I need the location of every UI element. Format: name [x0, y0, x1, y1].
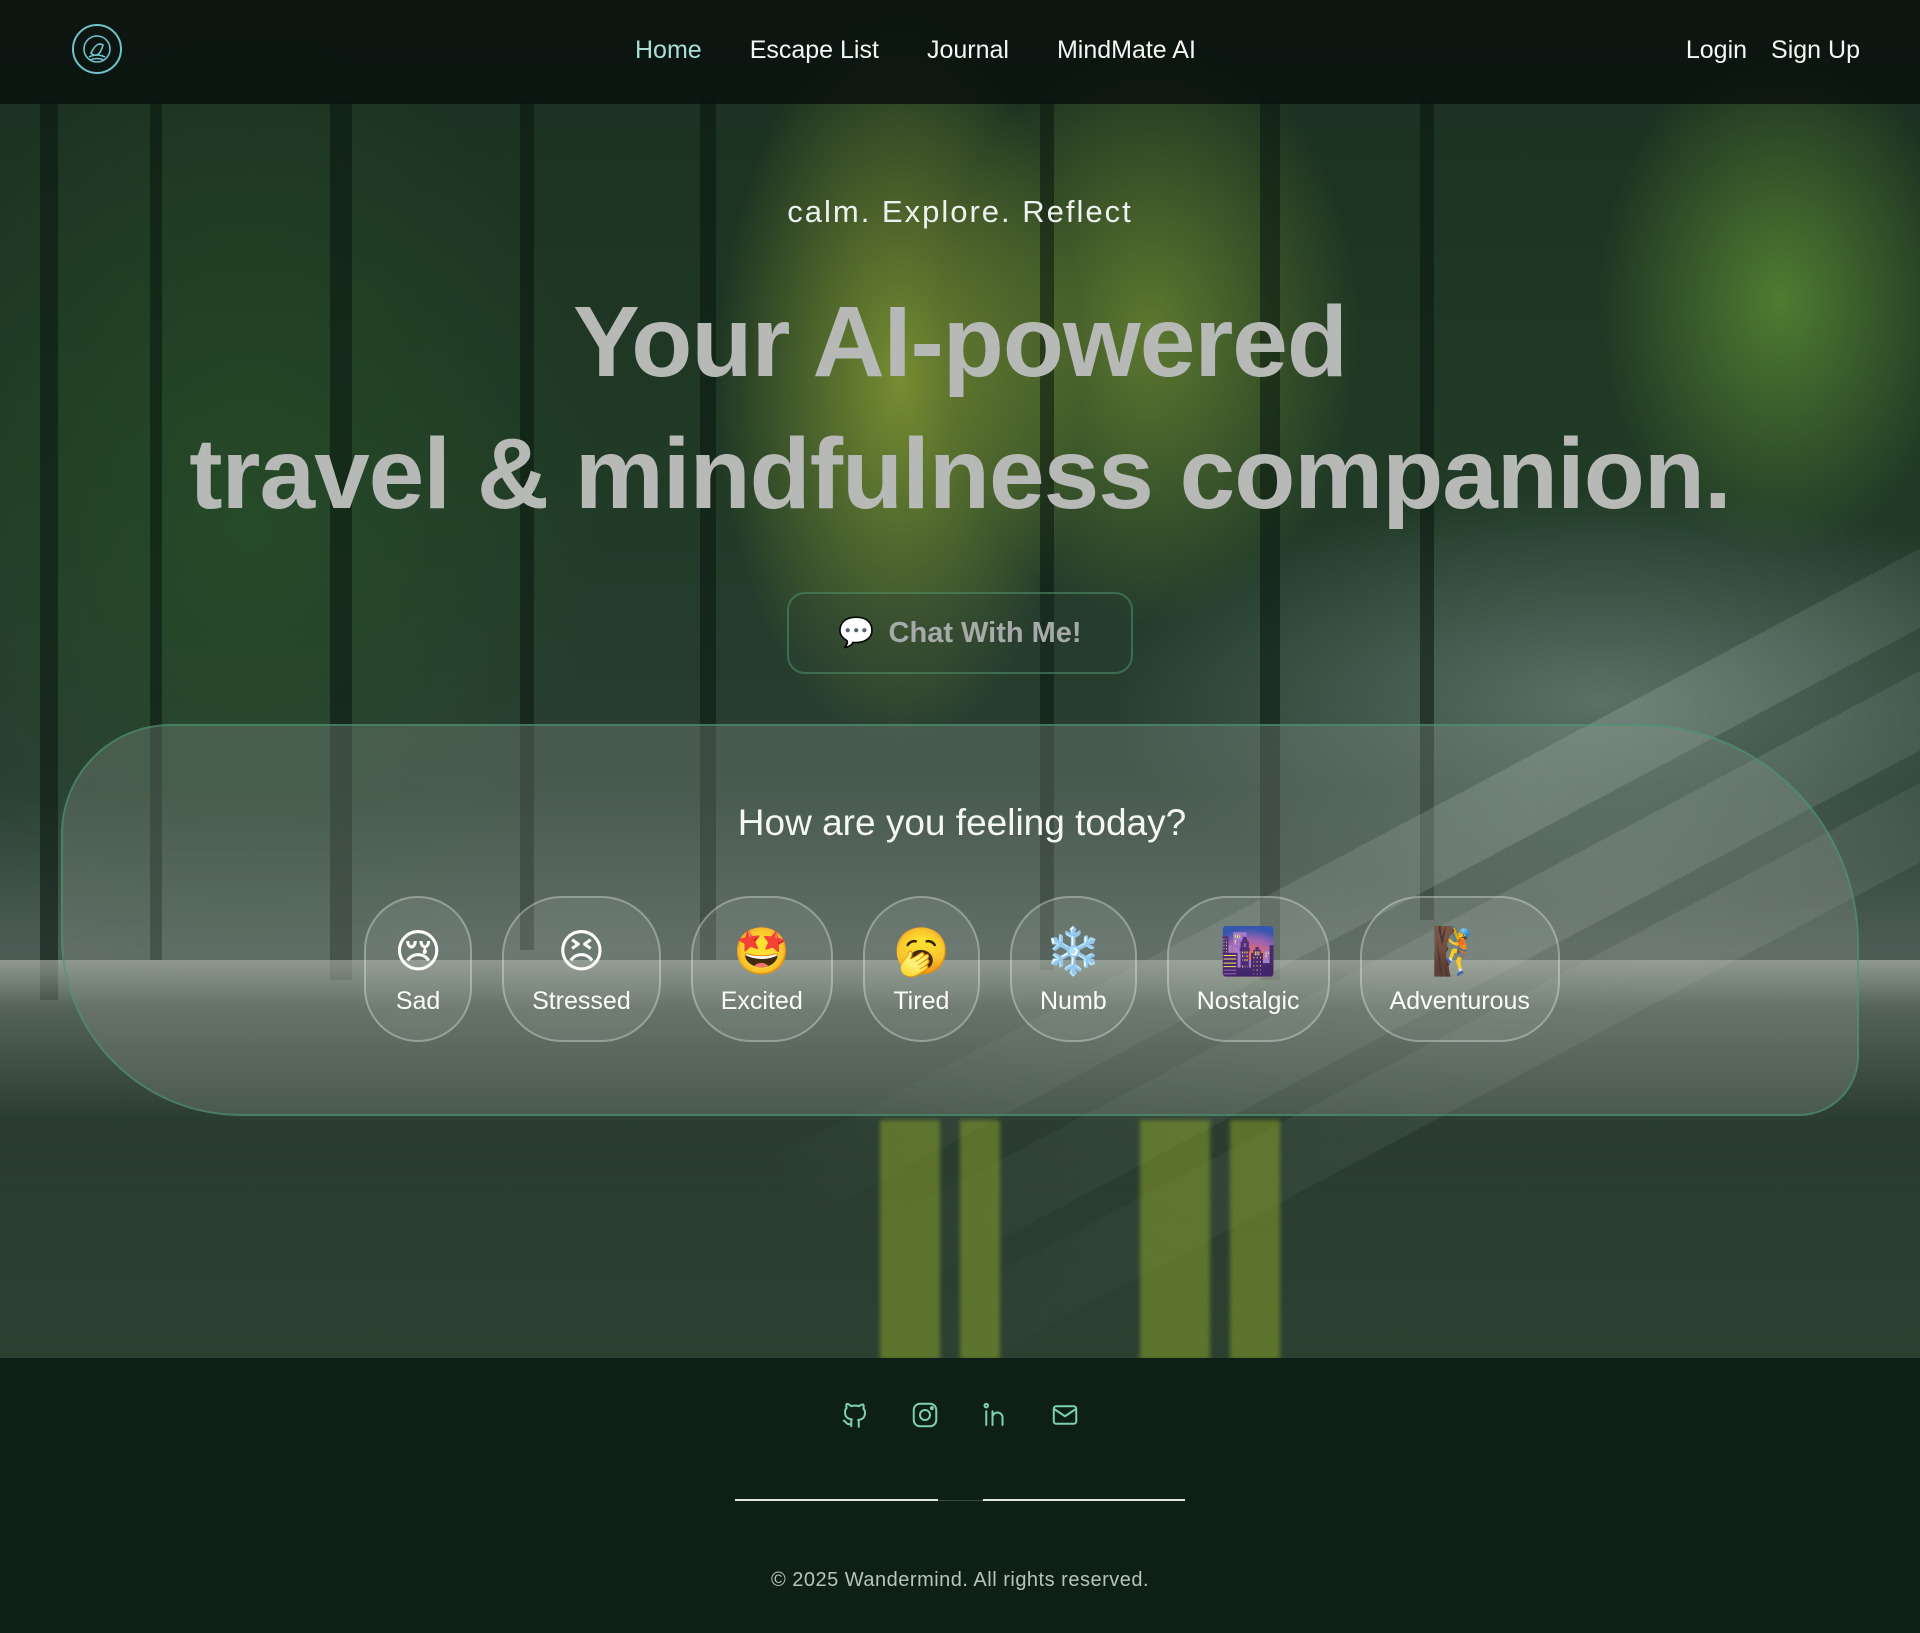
- mood-tired-button[interactable]: 🥱 Tired: [862, 896, 980, 1042]
- mood-stressed-button[interactable]: 😣 Stressed: [502, 896, 661, 1042]
- mood-label: Excited: [720, 986, 803, 1015]
- mail-icon[interactable]: [1050, 1400, 1080, 1430]
- nav-home[interactable]: Home: [635, 36, 702, 65]
- mood-title: How are you feeling today?: [737, 802, 1187, 843]
- mood-label: Adventurous: [1389, 986, 1530, 1015]
- mood-label: Numb: [1040, 986, 1107, 1015]
- main-nav: Home Escape List Journal MindMate AI: [635, 36, 1196, 65]
- mood-label: Tired: [893, 986, 950, 1015]
- footer-divider-right: [983, 1499, 1185, 1501]
- speech-bubble-icon: 💬: [838, 617, 875, 649]
- brain-tree-icon[interactable]: [72, 24, 122, 74]
- mood-adventurous-button[interactable]: 🧗 Adventurous: [1359, 896, 1560, 1042]
- top-navbar: Home Escape List Journal MindMate AI Log…: [0, 0, 1920, 104]
- page-footer: © 2025 Wandermind. All rights reserved.: [0, 1358, 1920, 1633]
- footer-divider-middle: [938, 1500, 983, 1501]
- city-sunset-icon: 🌆: [1219, 924, 1277, 977]
- mood-label: Stressed: [532, 986, 631, 1015]
- chat-with-me-button[interactable]: 💬 Chat With Me!: [787, 592, 1133, 674]
- climbing-person-icon: 🧗: [1431, 924, 1489, 977]
- persevering-face-icon: 😣: [557, 924, 606, 977]
- copyright-text: © 2025 Wandermind. All rights reserved.: [770, 1569, 1150, 1591]
- linkedin-icon[interactable]: [980, 1400, 1010, 1430]
- login-link[interactable]: Login: [1686, 36, 1747, 65]
- yawning-face-icon: 🥱: [892, 924, 950, 977]
- snowflake-icon: ❄️: [1044, 924, 1102, 977]
- mood-label: Sad: [395, 986, 441, 1015]
- mood-options: 😢 Sad 😣 Stressed 🤩 Excited 🥱 Tired ❄️ Nu…: [63, 896, 1861, 1042]
- hero-headline: Your AI-powered travel & mindfulness com…: [0, 276, 1920, 540]
- mood-nostalgic-button[interactable]: 🌆 Nostalgic: [1166, 896, 1330, 1042]
- mood-excited-button[interactable]: 🤩 Excited: [690, 896, 833, 1042]
- nav-escape-list[interactable]: Escape List: [750, 36, 879, 65]
- hero-tagline: calm. Explore. Reflect: [787, 194, 1133, 229]
- star-struck-icon: 🤩: [733, 924, 791, 977]
- social-links: [0, 1400, 1920, 1430]
- headline-line-1: Your AI-powered: [573, 286, 1348, 398]
- mood-label: Nostalgic: [1196, 986, 1300, 1015]
- headline-line-2: travel & mindfulness companion.: [189, 418, 1732, 530]
- mood-sad-button[interactable]: 😢 Sad: [364, 896, 473, 1042]
- mood-card: How are you feeling today? 😢 Sad 😣 Stres…: [61, 724, 1859, 1116]
- mood-numb-button[interactable]: ❄️ Numb: [1010, 896, 1137, 1042]
- instagram-icon[interactable]: [910, 1400, 940, 1430]
- signup-link[interactable]: Sign Up: [1771, 36, 1860, 65]
- auth-links: Login Sign Up: [1686, 36, 1860, 65]
- footer-divider-left: [735, 1499, 938, 1501]
- github-icon[interactable]: [840, 1400, 870, 1430]
- nav-journal[interactable]: Journal: [927, 36, 1009, 65]
- nav-mindmate-ai[interactable]: MindMate AI: [1057, 36, 1196, 65]
- chat-button-label: Chat With Me!: [888, 616, 1082, 649]
- crying-face-icon: 😢: [394, 924, 443, 977]
